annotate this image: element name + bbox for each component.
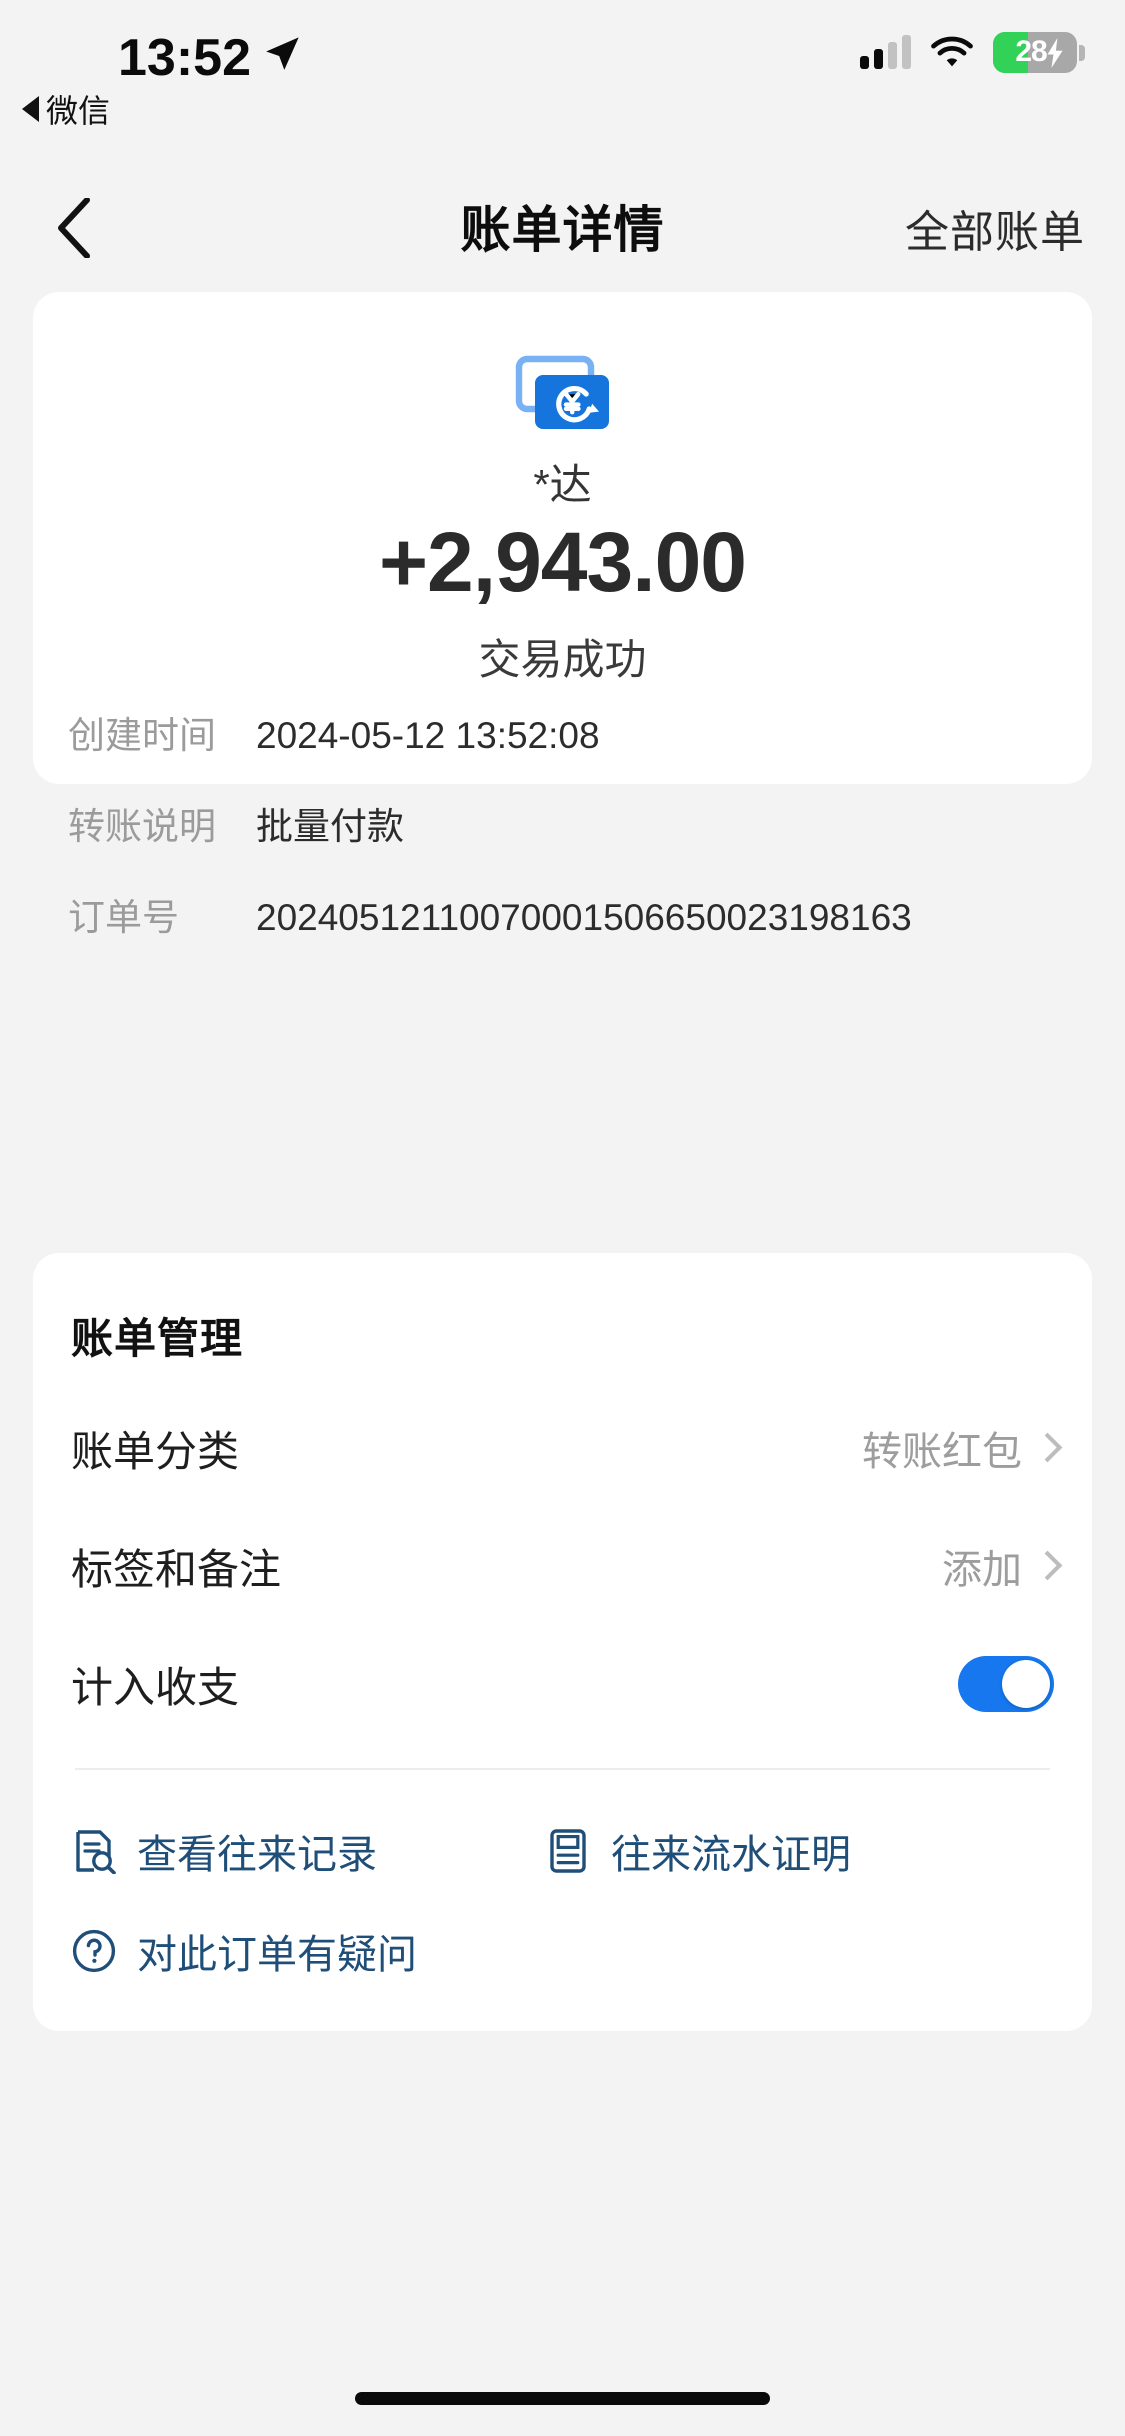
flow-certificate-link[interactable]: 往来流水证明: [545, 1822, 851, 1880]
counterparty-name: *达: [533, 461, 592, 508]
toggle-knob: [1002, 1660, 1050, 1708]
info-value: 批量付款: [256, 806, 404, 847]
view-records-link[interactable]: 查看往来记录: [71, 1822, 377, 1880]
tags-and-notes-row[interactable]: 标签和备注 添加: [33, 1507, 1092, 1625]
chevron-right-icon: [1036, 1551, 1054, 1581]
section-divider: [75, 1768, 1050, 1770]
info-label: 订单号: [68, 897, 179, 938]
battery-cap: [1079, 44, 1085, 61]
chevron-right-icon: [1036, 1433, 1054, 1463]
transaction-detail-card: *达 +2,943.00 交易成功 创建时间 2024-05-12 13:52:…: [33, 292, 1092, 938]
flow-certificate-label: 往来流水证明: [611, 1833, 851, 1877]
order-question-label: 对此订单有疑问: [137, 1933, 417, 1977]
include-in-income-right: [958, 1656, 1054, 1712]
document-certificate-icon: [545, 1828, 591, 1874]
info-label: 转账说明: [68, 806, 216, 847]
include-in-income-row[interactable]: 计入收支: [33, 1625, 1092, 1743]
bill-category-right: 转账红包: [862, 1419, 1054, 1477]
action-links: 查看往来记录 往来流水证明 对此订单有疑问: [33, 1801, 1092, 2001]
bill-category-value: 转账红包: [862, 1430, 1022, 1474]
location-arrow-icon: [266, 37, 299, 70]
status-bar: 13:52 微信 28: [0, 0, 1125, 150]
return-to-app-button[interactable]: 微信: [22, 86, 110, 132]
phone-screen: 13:52 微信 28 账单详情 全部账单 *达 +2,943.00 交易成功 …: [0, 0, 1125, 2436]
section-title: 账单管理: [71, 1315, 244, 1362]
back-triangle-icon: [22, 96, 39, 122]
all-bills-button[interactable]: 全部账单: [905, 196, 1085, 260]
transfer-card-stack-icon: [515, 355, 609, 429]
management-rows: 账单分类 转账红包 标签和备注 添加 计入收支: [33, 1389, 1092, 1743]
include-in-income-label: 计入收支: [71, 1663, 240, 1711]
navigation-bar: 账单详情 全部账单: [0, 160, 1125, 292]
status-bar-indicators: 28: [860, 30, 1085, 74]
include-in-income-toggle[interactable]: [958, 1656, 1054, 1712]
info-value: 20240512110070001506650023198163: [256, 897, 912, 938]
bill-category-row[interactable]: 账单分类 转账红包: [33, 1389, 1092, 1507]
info-row: 订单号 20240512110070001506650023198163: [33, 892, 1092, 944]
status-bar-time: 13:52: [118, 29, 251, 87]
battery-indicator: 28: [993, 31, 1085, 73]
transaction-info-list: 创建时间 2024-05-12 13:52:08 转账说明 批量付款 订单号 2…: [33, 710, 1092, 983]
document-search-icon: [71, 1828, 117, 1874]
transaction-icon-wrapper: [33, 349, 1092, 441]
info-value: 2024-05-12 13:52:08: [256, 715, 600, 756]
view-records-label: 查看往来记录: [137, 1833, 377, 1877]
info-row: 转账说明 批量付款: [33, 801, 1092, 853]
bill-management-card: 账单管理 账单分类 转账红包 标签和备注 添加 计入收支 查看往来记录 往来流水…: [33, 1253, 1092, 2031]
bill-category-label: 账单分类: [71, 1427, 240, 1475]
home-indicator-bar[interactable]: [355, 2392, 770, 2405]
return-app-label: 微信: [46, 93, 111, 129]
tags-and-notes-label: 标签和备注: [71, 1545, 282, 1593]
charging-bolt-icon: [1047, 37, 1063, 68]
info-row: 创建时间 2024-05-12 13:52:08: [33, 710, 1092, 762]
transaction-amount: +2,943.00: [378, 515, 747, 609]
wifi-icon: [931, 36, 973, 67]
cellular-signal-icon: [860, 35, 911, 69]
question-circle-icon: [71, 1928, 117, 1974]
tags-and-notes-value: 添加: [942, 1548, 1022, 1592]
action-link-row-top: 查看往来记录 往来流水证明: [33, 1801, 1092, 1901]
tags-and-notes-right: 添加: [942, 1537, 1054, 1595]
action-link-row-bottom: 对此订单有疑问: [33, 1901, 1092, 2001]
order-question-link[interactable]: 对此订单有疑问: [71, 1922, 417, 1980]
transaction-status: 交易成功: [478, 636, 647, 683]
info-label: 创建时间: [68, 715, 216, 756]
